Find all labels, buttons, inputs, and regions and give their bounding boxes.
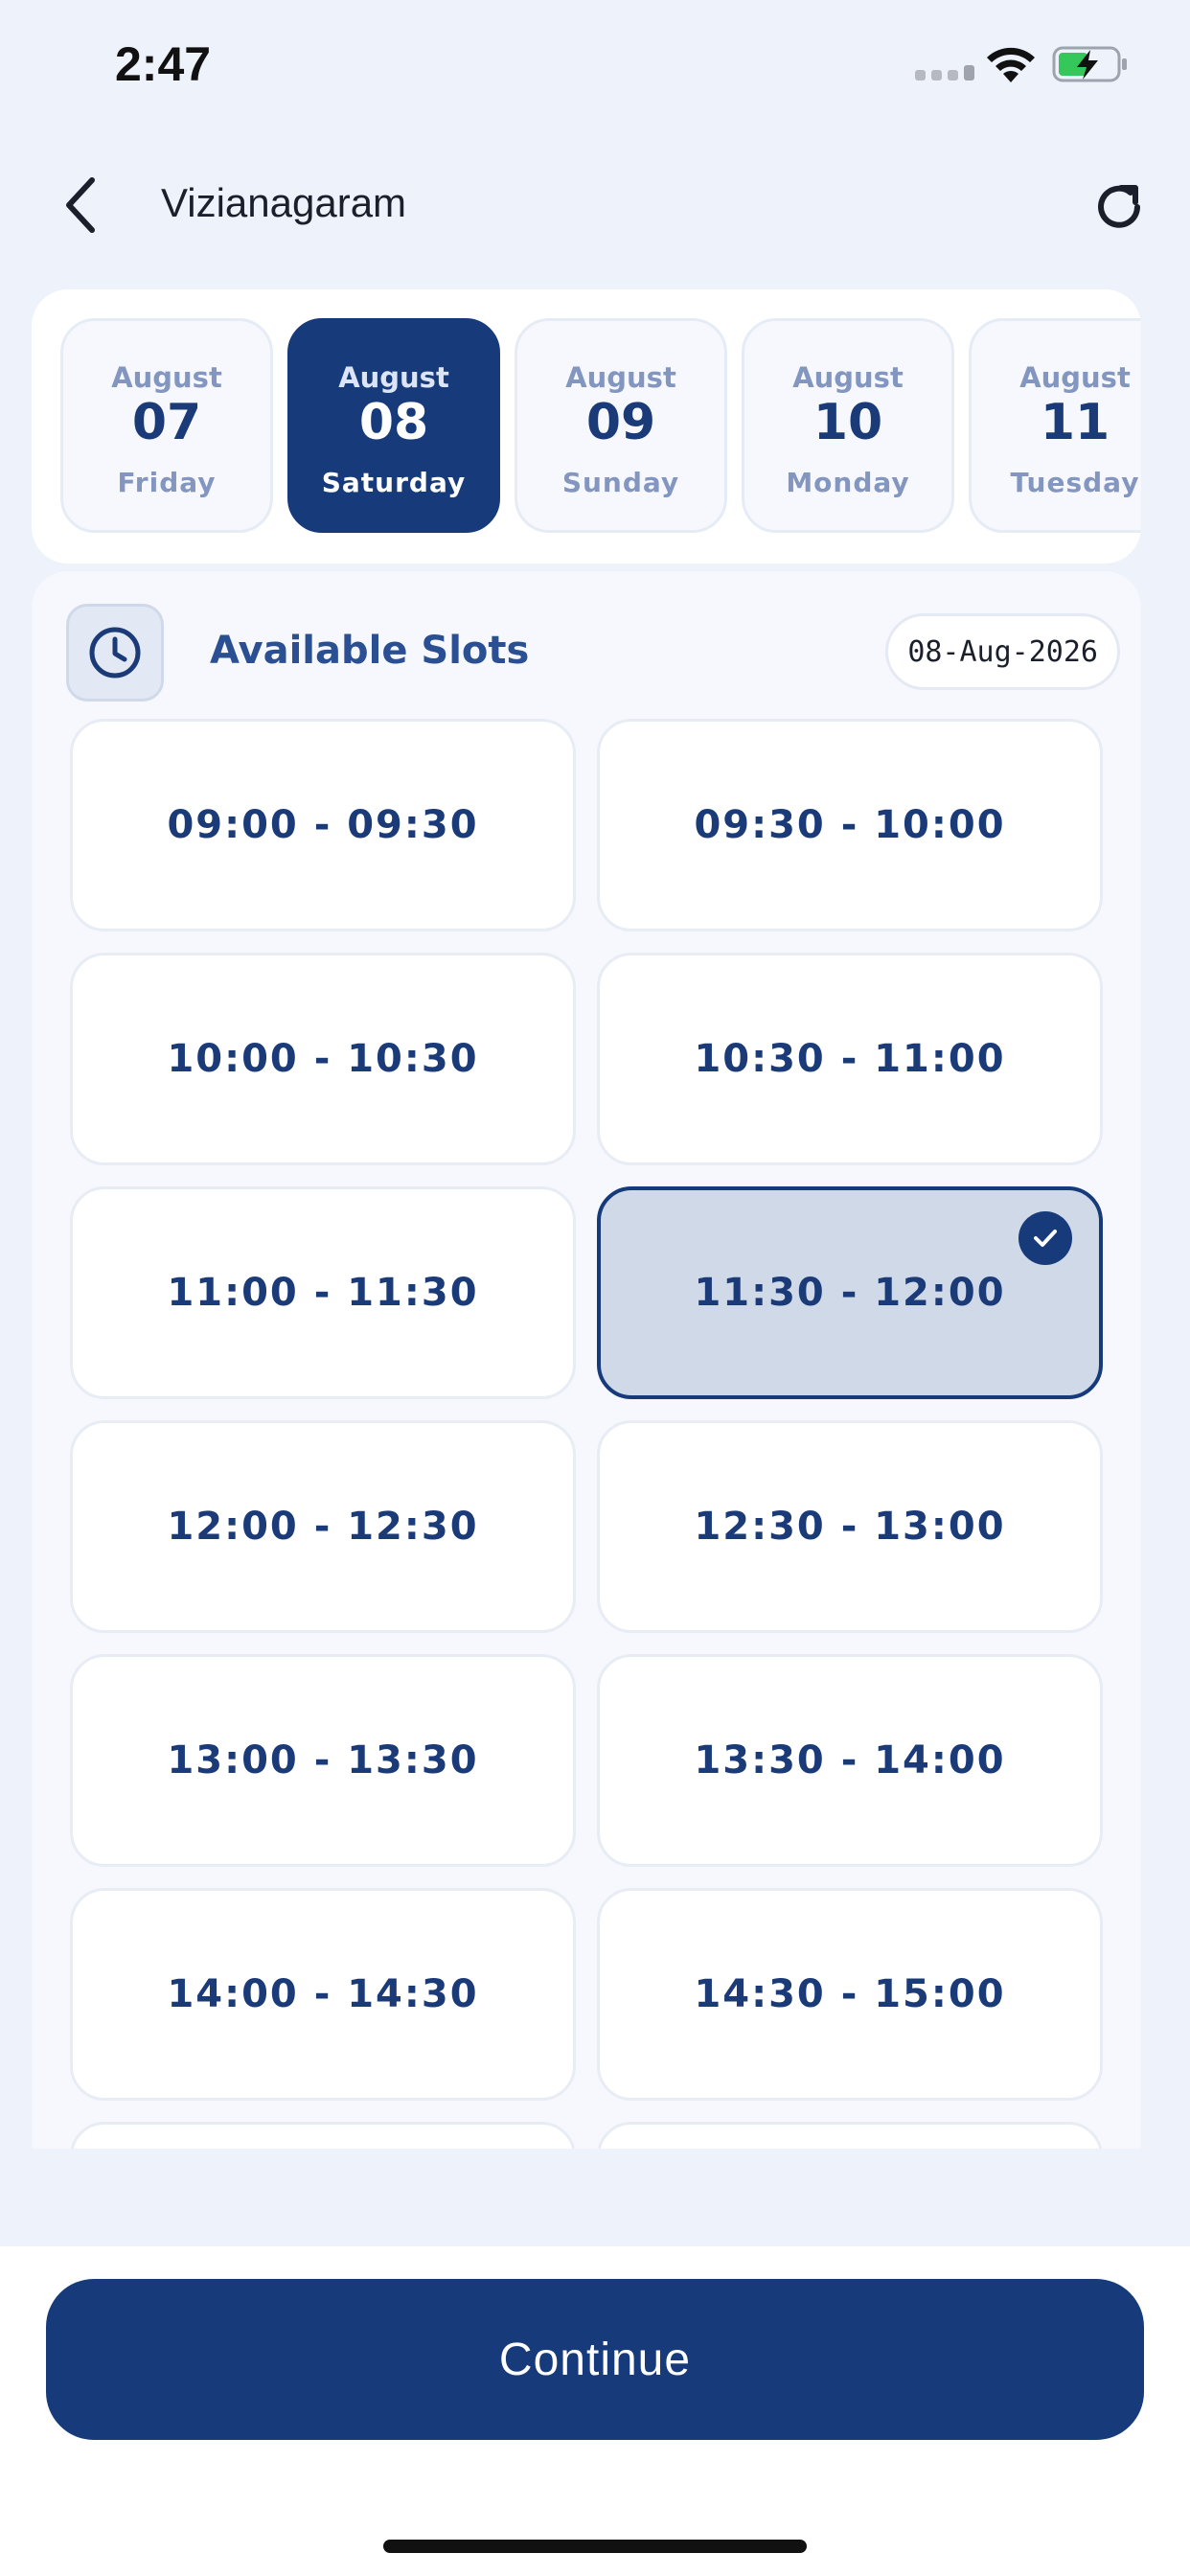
slots-title: Available Slots [210, 629, 530, 673]
check-icon [1018, 1211, 1072, 1265]
date-chip[interactable]: August 07 Friday [60, 318, 273, 533]
refresh-button[interactable] [1085, 172, 1154, 242]
date-chip[interactable]: August 10 Monday [742, 318, 954, 533]
date-month: August [338, 361, 449, 394]
time-slot[interactable]: 09:30 - 10:00 [597, 719, 1103, 932]
date-month: August [1019, 361, 1131, 394]
time-slot[interactable]: 13:30 - 14:00 [597, 1654, 1103, 1867]
date-day: 09 [585, 394, 656, 451]
time-slot-selected[interactable]: 11:30 - 12:00 [597, 1186, 1103, 1399]
date-weekday: Saturday [321, 467, 467, 498]
time-slot[interactable]: 09:00 - 09:30 [70, 719, 576, 932]
date-day: 08 [358, 394, 429, 451]
date-weekday: Friday [117, 467, 217, 498]
bottom-bar: Continue [0, 2246, 1190, 2576]
date-month: August [792, 361, 904, 394]
signal-icon [915, 65, 974, 80]
date-weekday: Monday [786, 467, 910, 498]
slots-header: Available Slots 08-Aug-2026 [66, 604, 1120, 703]
back-button[interactable] [46, 171, 115, 240]
slots-panel: Available Slots 08-Aug-2026 09:00 - 09:3… [32, 571, 1141, 2149]
battery-charging-icon [1052, 46, 1127, 82]
date-chip[interactable]: August 09 Sunday [515, 318, 727, 533]
date-weekday: Tuesday [1010, 467, 1140, 498]
date-selector: August 07 Friday August 08 Saturday Augu… [32, 289, 1141, 564]
clock-icon-box [66, 604, 164, 702]
time-slot[interactable]: 14:00 - 14:30 [70, 1888, 576, 2101]
time-slot[interactable]: 12:00 - 12:30 [70, 1420, 576, 1633]
clock-icon [89, 627, 141, 678]
time-slot[interactable]: 10:00 - 10:30 [70, 953, 576, 1165]
page-title: Vizianagaram [161, 180, 407, 225]
date-day: 11 [1040, 394, 1110, 451]
chevron-left-icon [66, 177, 95, 233]
time-slot-partial[interactable] [597, 2122, 1103, 2149]
wifi-icon [987, 47, 1035, 82]
date-month: August [565, 361, 676, 394]
time-slot-label: 11:30 - 12:00 [694, 1271, 1006, 1315]
date-chip[interactable]: August 11 Tuesday [969, 318, 1141, 533]
date-day: 10 [812, 394, 883, 451]
date-strip[interactable]: August 07 Friday August 08 Saturday Augu… [60, 318, 1141, 535]
date-day: 07 [131, 394, 202, 451]
time-slot[interactable]: 12:30 - 13:00 [597, 1420, 1103, 1633]
time-slot[interactable]: 14:30 - 15:00 [597, 1888, 1103, 2101]
refresh-icon [1098, 185, 1140, 228]
header: Vizianagaram [0, 153, 1190, 259]
time-slot[interactable]: 13:00 - 13:30 [70, 1654, 576, 1867]
status-time: 2:47 [115, 37, 212, 91]
status-bar: 2:47 [0, 0, 1190, 134]
time-slot[interactable]: 10:30 - 11:00 [597, 953, 1103, 1165]
date-month: August [111, 361, 222, 394]
time-slot-partial[interactable] [70, 2122, 576, 2149]
continue-button[interactable]: Continue [46, 2279, 1144, 2440]
date-chip-selected[interactable]: August 08 Saturday [287, 318, 500, 533]
selected-date-badge: 08-Aug-2026 [885, 613, 1120, 690]
date-weekday: Sunday [561, 467, 680, 498]
time-slot[interactable]: 11:00 - 11:30 [70, 1186, 576, 1399]
home-indicator [383, 2540, 807, 2553]
